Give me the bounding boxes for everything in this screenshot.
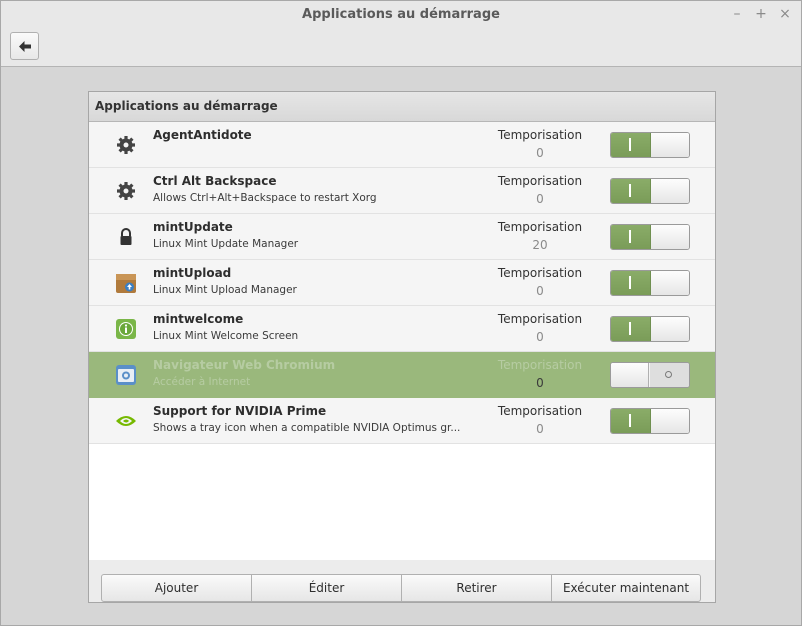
window-title: Applications au démarrage (302, 7, 500, 22)
startup-applications-window: Applications au démarrage – + × Applicat… (0, 0, 802, 626)
arrow-left-icon (19, 41, 31, 52)
list-item[interactable]: Support for NVIDIA Prime Shows a tray ic… (89, 398, 715, 444)
delay-label: Temporisation (497, 220, 583, 234)
app-description: Linux Mint Welcome Screen (153, 330, 299, 342)
app-name: mintUpdate (153, 220, 233, 234)
run-now-button[interactable]: Exécuter maintenant (551, 574, 701, 602)
delay-value[interactable]: 0 (489, 192, 591, 206)
delay-label: Temporisation (497, 266, 583, 280)
minimize-button[interactable]: – (729, 6, 745, 22)
app-name: mintUpload (153, 266, 232, 280)
info-icon (116, 319, 136, 339)
app-name: Navigateur Web Chromium (153, 358, 336, 372)
gear-icon (117, 182, 135, 200)
list-item[interactable]: mintUpload Linux Mint Upload Manager Tem… (89, 260, 715, 306)
delay-label: Temporisation (497, 312, 583, 326)
gear-icon (117, 136, 135, 154)
delay-label: Temporisation (497, 404, 583, 418)
delay-value[interactable]: 20 (489, 238, 591, 252)
list-item[interactable]: Ctrl Alt Backspace Allows Ctrl+Alt+Backs… (89, 168, 715, 214)
remove-button[interactable]: Retirer (401, 574, 552, 602)
close-button[interactable]: × (777, 6, 793, 22)
enable-switch[interactable] (610, 224, 690, 250)
app-description: Linux Mint Upload Manager (153, 284, 297, 296)
enable-switch[interactable] (610, 362, 690, 388)
delay-value[interactable]: 0 (489, 376, 591, 390)
delay-value[interactable]: 0 (489, 330, 591, 344)
nvidia-icon (116, 416, 136, 426)
title-bar[interactable]: Applications au démarrage – + × (1, 1, 801, 29)
list-item[interactable]: mintwelcome Linux Mint Welcome Screen Te… (89, 306, 715, 352)
delay-value[interactable]: 0 (489, 146, 591, 160)
enable-switch[interactable] (610, 132, 690, 158)
enable-switch[interactable] (610, 408, 690, 434)
list-item-selected[interactable]: Navigateur Web Chromium Accéder à Intern… (89, 352, 715, 398)
edit-button[interactable]: Éditer (251, 574, 402, 602)
enable-switch[interactable] (610, 316, 690, 342)
app-name: AgentAntidote (153, 128, 252, 142)
maximize-button[interactable]: + (753, 6, 769, 22)
add-button[interactable]: Ajouter (101, 574, 252, 602)
delay-value[interactable]: 0 (489, 284, 591, 298)
delay-label: Temporisation (497, 128, 583, 142)
enable-switch[interactable] (610, 178, 690, 204)
app-name: mintwelcome (153, 312, 244, 326)
enable-switch[interactable] (610, 270, 690, 296)
toolbar (1, 29, 801, 67)
back-button[interactable] (10, 32, 39, 60)
delay-value[interactable]: 0 (489, 422, 591, 436)
app-description: Allows Ctrl+Alt+Backspace to restart Xor… (153, 192, 377, 204)
chromium-icon (116, 365, 136, 385)
app-description: Accéder à Internet (153, 376, 251, 388)
lock-icon (120, 228, 132, 245)
app-description: Linux Mint Update Manager (153, 238, 299, 250)
panel-header: Applications au démarrage (89, 92, 715, 122)
delay-label: Temporisation (497, 174, 583, 188)
app-name: Support for NVIDIA Prime (153, 404, 327, 418)
app-description: Shows a tray icon when a compatible NVID… (153, 422, 461, 434)
app-list: AgentAntidote Temporisation 0 Ctrl Alt B… (89, 122, 715, 560)
delay-label: Temporisation (497, 358, 583, 372)
upload-box-icon (116, 274, 136, 293)
app-name: Ctrl Alt Backspace (153, 174, 277, 188)
panel-title: Applications au démarrage (95, 99, 278, 113)
action-buttons: Ajouter Éditer Retirer Exécuter maintena… (101, 574, 701, 602)
list-item[interactable]: AgentAntidote Temporisation 0 (89, 122, 715, 168)
list-item[interactable]: mintUpdate Linux Mint Update Manager Tem… (89, 214, 715, 260)
startup-apps-panel: Applications au démarrage AgentAntidote … (88, 91, 716, 603)
